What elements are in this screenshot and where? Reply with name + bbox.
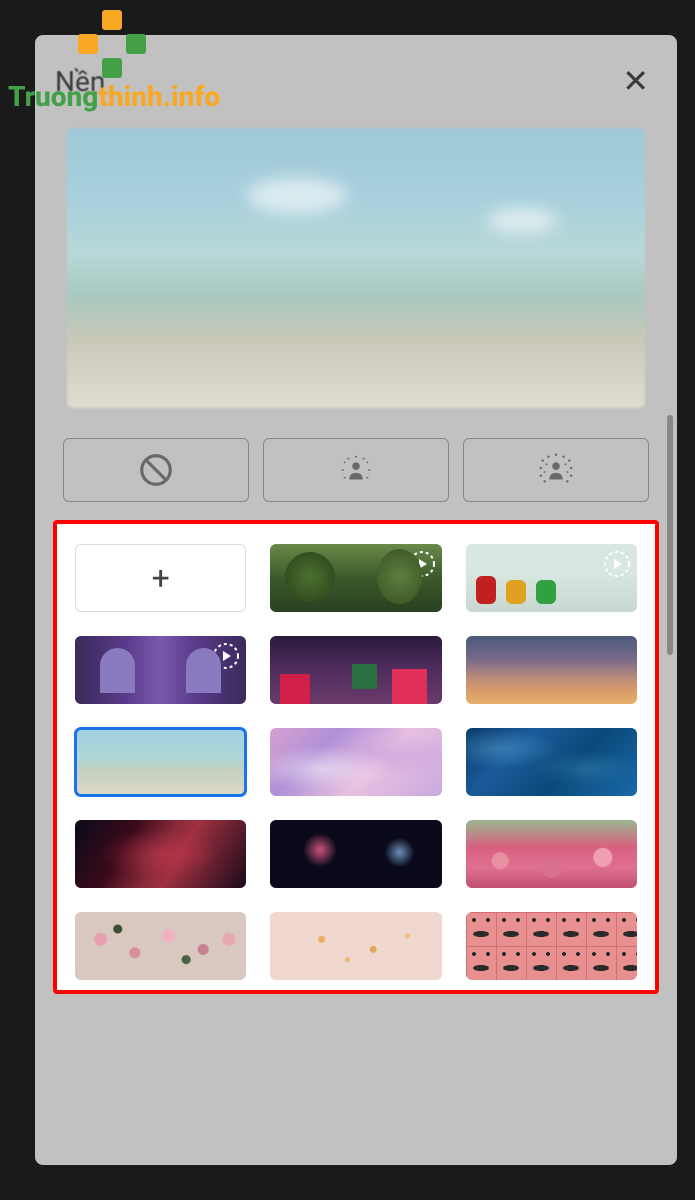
plus-icon: + (152, 559, 170, 597)
strong-blur-button[interactable] (463, 438, 649, 502)
background-tile-forest[interactable] (270, 544, 441, 612)
background-settings-modal: Nền ✕ (35, 35, 677, 1165)
add-background-tile[interactable]: + (75, 544, 246, 612)
person-blur-strong-icon (537, 451, 575, 489)
background-tile-ocean[interactable] (466, 728, 637, 796)
background-tile-pattern[interactable] (466, 912, 637, 980)
no-effect-icon (137, 451, 175, 489)
background-tile-flowers[interactable] (466, 820, 637, 888)
animated-icon (212, 642, 240, 670)
scrollbar[interactable] (667, 415, 673, 655)
effect-buttons-row (55, 438, 657, 502)
background-tile-nebula[interactable] (75, 820, 246, 888)
background-tile-classroom[interactable] (466, 544, 637, 612)
no-effect-button[interactable] (63, 438, 249, 502)
slight-blur-button[interactable] (263, 438, 449, 502)
backgrounds-panel-highlighted: + (53, 520, 659, 994)
background-tile-fireworks[interactable] (270, 820, 441, 888)
background-tile-festival[interactable] (270, 636, 441, 704)
animated-icon (603, 550, 631, 578)
modal-title: Nền (55, 65, 105, 98)
close-icon: ✕ (622, 62, 649, 100)
backgrounds-grid: + (75, 544, 637, 980)
animated-icon (408, 550, 436, 578)
background-tile-sparkle[interactable] (270, 912, 441, 980)
background-preview (67, 128, 645, 408)
person-blur-light-icon (337, 451, 375, 489)
background-tile-blossom[interactable] (75, 912, 246, 980)
background-tile-cave[interactable] (75, 636, 246, 704)
background-tile-beach[interactable] (75, 728, 246, 796)
background-tile-sunset[interactable] (466, 636, 637, 704)
background-tile-pink-clouds[interactable] (270, 728, 441, 796)
close-button[interactable]: ✕ (614, 65, 657, 97)
